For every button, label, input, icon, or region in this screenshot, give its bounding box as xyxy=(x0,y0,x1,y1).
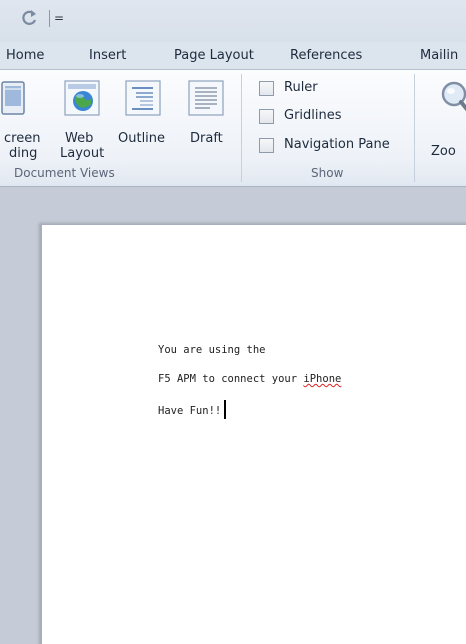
full-screen-reading-label-2: ding xyxy=(9,146,38,161)
outline-button[interactable]: Outline xyxy=(115,80,171,160)
ruler-checkbox[interactable] xyxy=(259,81,274,96)
misspelled-word[interactable]: iPhone xyxy=(303,373,341,385)
web-layout-button[interactable]: Web Layout xyxy=(56,80,106,161)
tab-references[interactable]: References xyxy=(290,48,362,63)
zoom-label: Zoo xyxy=(431,144,456,159)
document-views-group-label: Document Views xyxy=(14,166,115,180)
magnifier-icon xyxy=(441,81,466,112)
web-layout-label-1: Web xyxy=(65,131,94,146)
document-line-2-text: F5 APM to connect your xyxy=(158,373,304,385)
group-separator xyxy=(414,74,415,182)
draft-label: Draft xyxy=(190,131,223,146)
outline-label: Outline xyxy=(118,131,166,146)
tab-home[interactable]: Home xyxy=(6,48,44,63)
show-group-label: Show xyxy=(311,166,344,180)
customize-toolbar-button[interactable]: = xyxy=(52,8,66,28)
outline-icon xyxy=(125,80,161,116)
document-line-2[interactable]: F5 APM to connect your iPhone xyxy=(158,373,341,385)
document-line-1[interactable]: You are using the xyxy=(158,344,265,356)
full-screen-reading-label-1: creen xyxy=(4,131,41,146)
redo-icon[interactable] xyxy=(21,9,39,27)
tab-mailings[interactable]: Mailin xyxy=(420,48,458,63)
gridlines-label: Gridlines xyxy=(284,108,342,123)
quick-access-toolbar: = xyxy=(0,0,466,42)
document-line-3-text: Have Fun!! xyxy=(158,405,222,417)
navigation-pane-label: Navigation Pane xyxy=(284,137,390,152)
document-canvas: You are using the F5 APM to connect your… xyxy=(0,188,466,644)
ribbon-tab-bar: Home Insert Page Layout References Maili… xyxy=(0,42,466,70)
draft-button[interactable]: Draft xyxy=(180,80,228,160)
toolbar-separator xyxy=(49,10,50,27)
full-screen-reading-icon xyxy=(1,81,25,115)
gridlines-checkbox[interactable] xyxy=(259,109,274,124)
group-separator xyxy=(241,74,242,182)
web-layout-label-2: Layout xyxy=(60,146,105,161)
web-layout-icon xyxy=(64,80,100,116)
document-page[interactable]: You are using the F5 APM to connect your… xyxy=(41,224,466,644)
zoom-button[interactable]: Zoo xyxy=(423,80,466,160)
draft-icon xyxy=(188,80,224,116)
tab-insert[interactable]: Insert xyxy=(89,48,126,63)
navigation-pane-checkbox[interactable] xyxy=(259,138,274,153)
tab-page-layout[interactable]: Page Layout xyxy=(174,48,254,63)
document-line-3[interactable]: Have Fun!! xyxy=(158,400,227,419)
ribbon-view-panel: creen ding Web Layout Outline Draft Docu… xyxy=(0,70,466,187)
text-cursor xyxy=(224,400,227,419)
ruler-label: Ruler xyxy=(284,80,318,95)
